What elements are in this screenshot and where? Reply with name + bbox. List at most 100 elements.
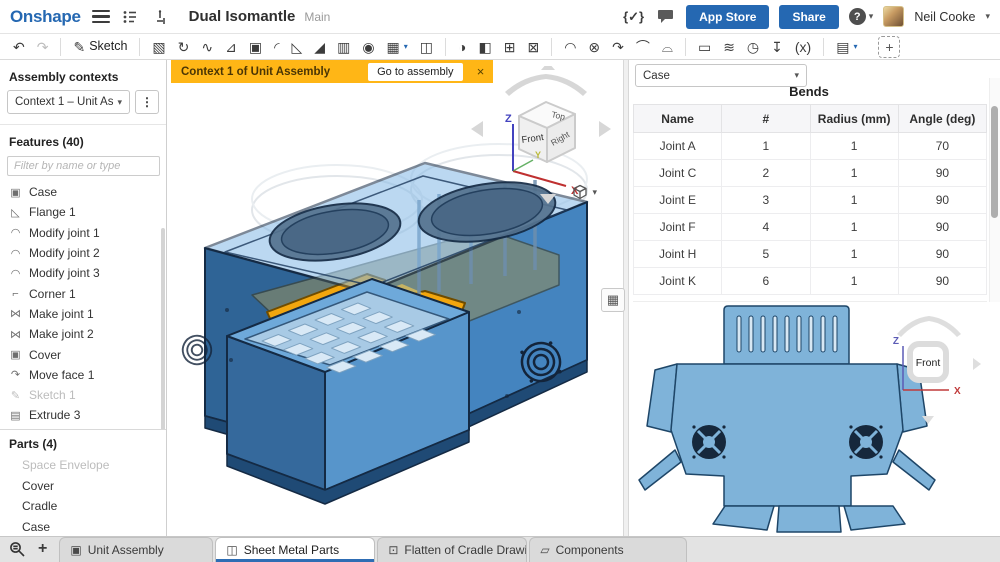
split-icon[interactable]: ◧ [473,36,496,58]
flat-pattern-view[interactable]: Front Z X [629,300,1000,536]
part-item[interactable]: Cover [0,476,166,497]
help-icon[interactable]: ? [849,8,866,25]
mirror-icon[interactable]: ◫ [415,36,438,58]
part-item[interactable]: Cradle [0,496,166,517]
bends-cell[interactable]: 1 [810,241,898,268]
flat-pattern-toggle-button[interactable]: ▦ [601,288,625,312]
go-to-assembly-button[interactable]: Go to assembly [368,63,462,81]
scrollbar-thumb[interactable] [991,106,998,218]
bends-cell[interactable]: 90 [898,268,986,295]
bends-cell[interactable]: 4 [722,214,810,241]
drawing-icon[interactable]: ▭ [693,36,716,58]
bends-cell[interactable]: Joint K [634,268,722,295]
transform-icon[interactable]: ⊞ [499,36,521,58]
insert-new-icon[interactable] [150,6,172,28]
bends-cell[interactable]: 90 [898,241,986,268]
feature-item[interactable]: ◺Flange 1 [0,202,166,222]
close-icon[interactable]: × [471,63,491,81]
view-cube[interactable]: Top Front Right Z X Y [461,66,621,216]
sheet-metal-bend-icon[interactable]: ⌓ [657,36,678,58]
bends-cell[interactable]: 1 [810,133,898,160]
view-options-button[interactable]: ▾ [572,184,597,200]
sheet-metal-flange-icon[interactable]: ⌒ [631,36,655,58]
feature-item[interactable]: ◠Modify joint 3 [0,263,166,283]
feature-item[interactable]: ⋈Make joint 1 [0,304,166,324]
bends-cell[interactable]: Joint F [634,214,722,241]
draft-icon[interactable]: ◢ [309,36,330,58]
scrollbar-track[interactable] [989,78,1000,302]
bends-cell[interactable]: Joint C [634,160,722,187]
feature-item[interactable]: ◠Modify joint 1 [0,223,166,243]
bends-cell[interactable]: 90 [898,214,986,241]
add-tab-button[interactable]: + [38,541,47,557]
bends-cell[interactable]: 3 [722,187,810,214]
delete-part-icon[interactable]: ⊠ [522,36,544,58]
spline-icon[interactable]: ≋ [718,36,740,58]
fillet-icon[interactable]: ◜ [269,36,284,58]
hamburger-menu-icon[interactable] [92,10,110,24]
feature-item[interactable]: ⌐Corner 1 [0,283,166,303]
bends-cell[interactable]: 5 [722,241,810,268]
bends-cell[interactable]: 1 [810,187,898,214]
workspace-label[interactable]: Main [304,10,330,24]
bends-cell[interactable]: 1 [810,214,898,241]
share-button[interactable]: Share [779,5,838,29]
move-face-icon[interactable]: ↷ [607,36,629,58]
bends-cell[interactable]: 6 [722,268,810,295]
delete-face-icon[interactable]: ⊗ [583,36,605,58]
manage-icon[interactable]: ▤▾ [831,36,862,58]
redo-icon[interactable]: ↷ [32,36,54,58]
bends-cell[interactable]: 2 [722,160,810,187]
feature-item[interactable]: ▣Case [0,182,166,202]
pattern-icon[interactable]: ▦▾ [382,36,413,58]
bends-cell[interactable]: 1 [810,268,898,295]
user-name[interactable]: Neil Cooke [914,10,975,24]
shell-icon[interactable]: ◉ [357,36,379,58]
extrude-icon[interactable]: ▧ [147,36,170,58]
onshape-logo[interactable]: Onshape [10,7,81,27]
rib-icon[interactable]: ▥ [332,36,355,58]
tab-sheet-metal-parts[interactable]: ◫Sheet Metal Parts [215,537,375,562]
revolve-icon[interactable]: ↻ [173,36,195,58]
bends-cell[interactable]: Joint E [634,187,722,214]
versions-icon[interactable] [119,6,141,28]
fullscreen-icon[interactable]: + [878,36,900,58]
part-item[interactable]: Space Envelope [0,455,166,476]
history-icon[interactable]: ◷ [742,36,764,58]
feature-item[interactable]: ◠Modify joint 2 [0,243,166,263]
feature-filter-input[interactable] [7,156,160,176]
bends-cell[interactable]: Joint H [634,241,722,268]
search-tabs-icon[interactable] [6,538,28,560]
sketch-button[interactable]: ✎Sketch [68,36,132,58]
feature-item[interactable]: ⋈Make joint 2 [0,324,166,344]
bends-cell[interactable]: 1 [810,160,898,187]
comment-icon[interactable] [654,6,676,28]
variables-icon[interactable]: (x) [790,36,816,58]
export-icon[interactable]: ↧ [766,36,788,58]
undo-icon[interactable]: ↶ [8,36,30,58]
modify-fillet-icon[interactable]: ◠ [559,36,581,58]
bends-cell[interactable]: 90 [898,160,986,187]
bends-cell[interactable]: 90 [898,187,986,214]
feature-item[interactable]: ▤Extrude 3 [0,405,166,425]
bends-cell[interactable]: 70 [898,133,986,160]
part-item[interactable]: Case [0,517,166,537]
graphics-viewport[interactable]: Context 1 of Unit Assembly Go to assembl… [167,60,623,536]
tab-unit-assembly[interactable]: ▣Unit Assembly [59,537,213,562]
context-dropdown[interactable]: Context 1 – Unit Asser ▾ [7,90,130,114]
boolean-icon[interactable]: ◑ [453,36,471,58]
chevron-down-icon[interactable]: ▾ [985,11,990,22]
bends-cell[interactable]: Joint A [634,133,722,160]
help-menu[interactable]: ? ▾ [849,8,874,25]
tab-flatten-of-cradle-drawi[interactable]: ⊡Flatten of Cradle Drawi... [377,537,527,562]
sweep-icon[interactable]: ∿ [196,36,218,58]
app-store-button[interactable]: App Store [686,5,769,29]
feedback-code-icon[interactable]: {✓} [623,9,644,25]
user-avatar[interactable] [883,6,904,27]
context-menu-button[interactable]: ⋮ [135,90,159,114]
chamfer-icon[interactable]: ◺ [287,36,308,58]
feature-item[interactable]: ↷Move face 1 [0,365,166,385]
bends-cell[interactable]: 1 [722,133,810,160]
feature-item[interactable]: ▣Cover [0,344,166,364]
loft-icon[interactable]: ⊿ [220,36,242,58]
